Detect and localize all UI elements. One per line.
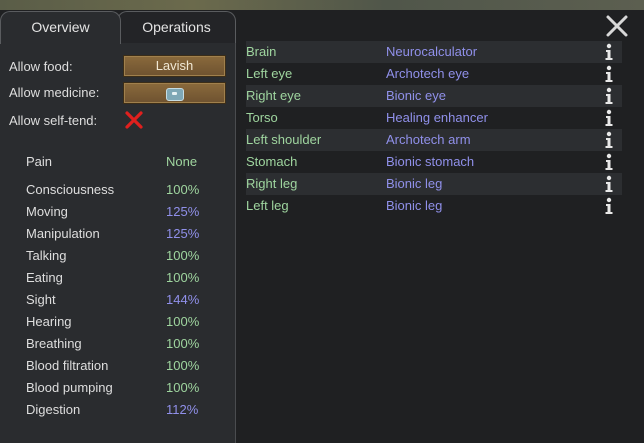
allow-food-button[interactable]: Lavish <box>123 55 226 77</box>
health-row[interactable]: Left shoulder Archotech arm <box>246 129 622 151</box>
body-part: Right eye <box>246 88 301 103</box>
capacity-name: Consciousness <box>26 182 115 197</box>
capacity-value: 100% <box>166 358 200 373</box>
info-icon[interactable] <box>604 153 614 171</box>
capacity-row: Talking 100% <box>26 245 226 267</box>
medicine-icon <box>165 88 184 101</box>
capacity-value: 100% <box>166 270 200 285</box>
capacity-row: Manipulation 125% <box>26 223 226 245</box>
health-row[interactable]: Stomach Bionic stomach <box>246 151 622 173</box>
body-part: Right leg <box>246 176 298 191</box>
pain-row: Pain None <box>26 151 226 173</box>
health-row[interactable]: Right leg Bionic leg <box>246 173 622 195</box>
health-row[interactable]: Left leg Bionic leg <box>246 195 622 217</box>
allow-self-tend-label: Allow self-tend: <box>9 113 98 128</box>
hediff-label: Bionic eye <box>386 88 446 103</box>
hediff-label: Bionic leg <box>386 198 443 213</box>
capacity-name: Eating <box>26 270 63 285</box>
body-part: Stomach <box>246 154 298 169</box>
info-icon[interactable] <box>604 65 614 83</box>
health-row[interactable]: Right eye Bionic eye <box>246 85 622 107</box>
hediff-label: Neurocalculator <box>386 44 478 59</box>
capacity-value: 100% <box>166 380 200 395</box>
capacity-row: Moving 125% <box>26 201 226 223</box>
capacity-row: Sight 144% <box>26 289 226 311</box>
body-part: Left leg <box>246 198 289 213</box>
pain-label: Pain <box>26 154 53 169</box>
close-icon[interactable] <box>604 13 630 39</box>
body-part: Left eye <box>246 66 293 81</box>
capacity-name: Moving <box>26 204 68 219</box>
capacity-name: Sight <box>26 292 56 307</box>
capacity-row: Digestion 112% <box>26 399 226 421</box>
capacity-value: 100% <box>166 248 200 263</box>
capacity-row: Eating 100% <box>26 267 226 289</box>
info-icon[interactable] <box>604 175 614 193</box>
tab-overview[interactable]: Overview <box>0 11 121 44</box>
info-icon[interactable] <box>604 197 614 215</box>
hediff-label: Archotech eye <box>386 66 470 81</box>
allow-medicine-label: Allow medicine: <box>9 85 100 100</box>
pain-value: None <box>166 154 198 169</box>
body-part: Torso <box>246 110 278 125</box>
capacity-value: 100% <box>166 336 200 351</box>
allow-food-label: Allow food: <box>9 59 73 74</box>
health-row[interactable]: Left eye Archotech eye <box>246 63 622 85</box>
capacity-name: Hearing <box>26 314 72 329</box>
health-list: Brain Neurocalculator Left eye Archotech… <box>246 41 622 217</box>
capacity-name: Digestion <box>26 402 81 417</box>
allow-medicine-button[interactable] <box>123 82 226 104</box>
tab-operations[interactable]: Operations <box>117 11 236 43</box>
capacity-value: 125% <box>166 226 200 241</box>
capacity-row: Breathing 100% <box>26 333 226 355</box>
capacity-name: Talking <box>26 248 67 263</box>
capacity-value: 100% <box>166 314 200 329</box>
info-icon[interactable] <box>604 43 614 61</box>
capacity-row: Blood filtration 100% <box>26 355 226 377</box>
capacity-name: Manipulation <box>26 226 100 241</box>
capacity-name: Blood pumping <box>26 380 113 395</box>
hediff-label: Healing enhancer <box>386 110 488 125</box>
hediff-label: Bionic leg <box>386 176 443 191</box>
body-part: Brain <box>246 44 277 59</box>
hediff-label: Bionic stomach <box>386 154 475 169</box>
self-tend-toggle-red-x-icon[interactable] <box>124 110 144 130</box>
capacity-row: Blood pumping 100% <box>26 377 226 399</box>
capacity-value: 125% <box>166 204 200 219</box>
health-row[interactable]: Torso Healing enhancer <box>246 107 622 129</box>
info-icon[interactable] <box>604 109 614 127</box>
overview-pane: Allow food: Lavish Allow medicine: Allow… <box>0 42 236 443</box>
capacity-value: 100% <box>166 182 200 197</box>
capacity-value: 112% <box>166 402 199 417</box>
capacity-row: Hearing 100% <box>26 311 226 333</box>
info-icon[interactable] <box>604 87 614 105</box>
health-row[interactable]: Brain Neurocalculator <box>246 41 622 63</box>
info-icon[interactable] <box>604 131 614 149</box>
capacity-row: Consciousness 100% <box>26 179 226 201</box>
body-part: Left shoulder <box>246 132 322 147</box>
capacity-name: Blood filtration <box>26 358 109 373</box>
hediff-label: Archotech arm <box>386 132 471 147</box>
capacity-name: Breathing <box>26 336 82 351</box>
capacity-value: 144% <box>166 292 200 307</box>
